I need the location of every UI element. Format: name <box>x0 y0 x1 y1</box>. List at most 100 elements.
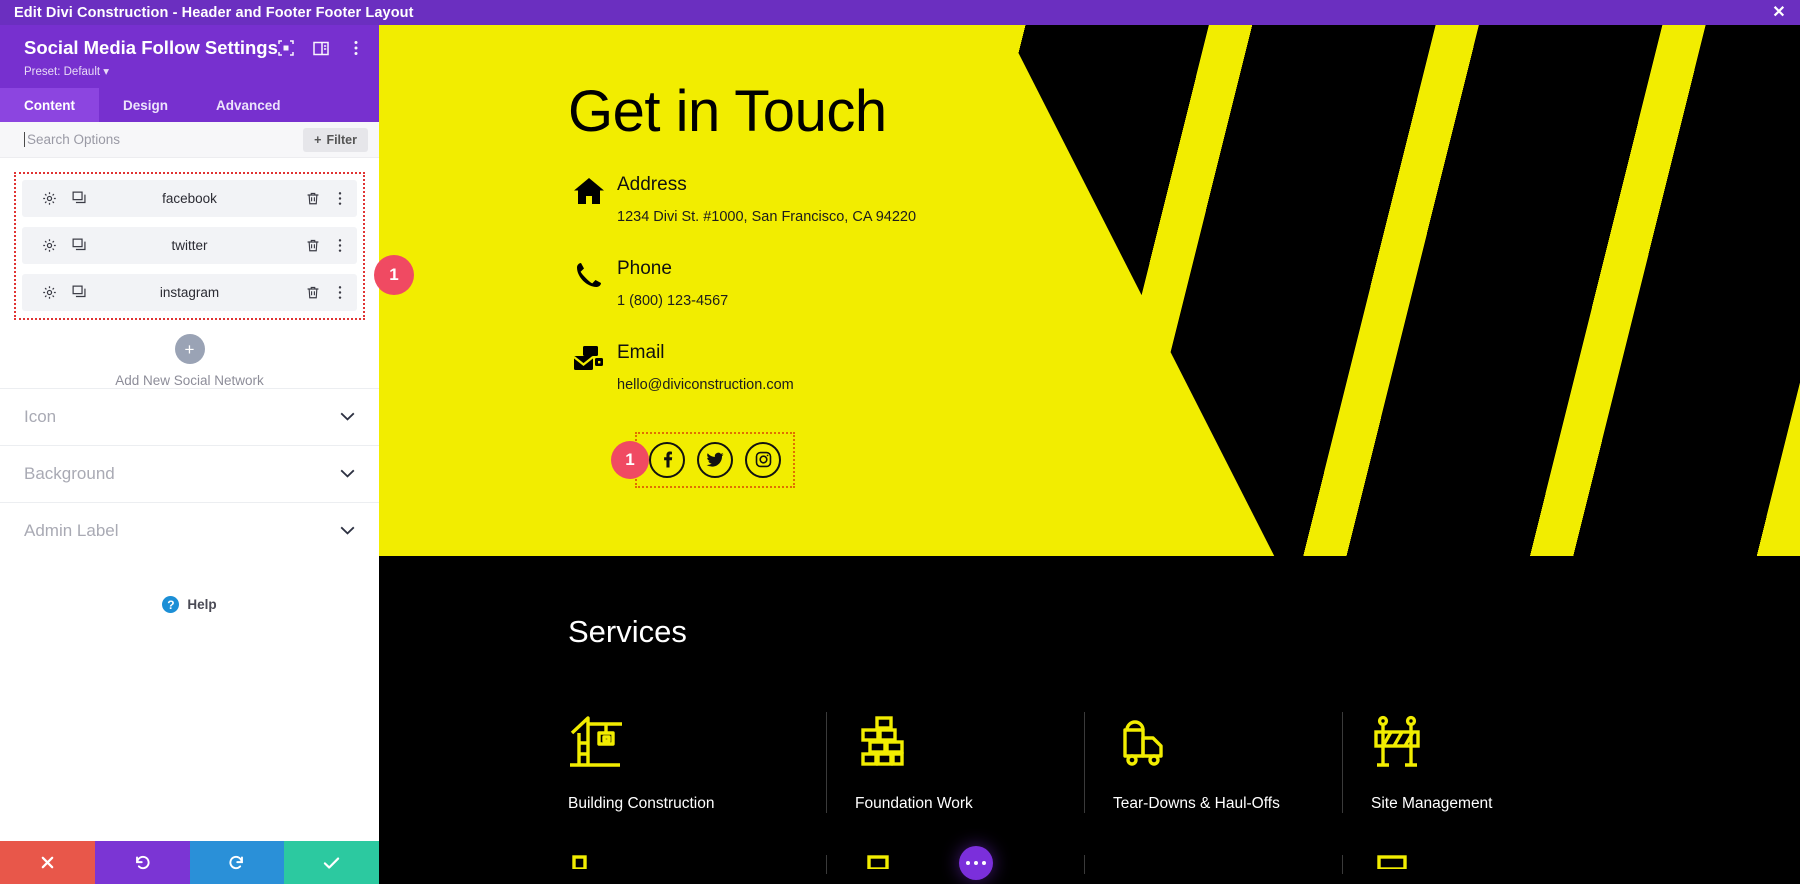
accordion-background[interactable]: Background <box>0 445 379 502</box>
dot <box>973 860 979 866</box>
preset-label: Preset: Default <box>24 66 101 78</box>
tab-advanced[interactable]: Advanced <box>192 88 305 122</box>
crane-icon <box>568 712 804 774</box>
phone-icon <box>568 259 609 299</box>
duplicate-icon[interactable] <box>71 190 88 207</box>
services-section: Services Building Construction Foundatio… <box>379 556 1800 884</box>
panel-layout-icon[interactable] <box>313 40 329 56</box>
window-title: Edit Divi Construction - Header and Foot… <box>14 4 414 21</box>
services-grid-row2 <box>568 855 1800 874</box>
tab-design[interactable]: Design <box>99 88 192 122</box>
list-item[interactable]: instagram <box>22 274 357 311</box>
panel-action-bar <box>0 841 379 884</box>
facebook-icon[interactable] <box>649 441 685 478</box>
chevron-down-icon <box>340 465 355 483</box>
panel-title: Social Media Follow Settings <box>24 37 278 58</box>
close-icon[interactable]: ✕ <box>1768 2 1790 24</box>
service-label: Foundation Work <box>855 795 973 812</box>
cancel-button[interactable] <box>0 841 95 884</box>
instagram-icon[interactable] <box>745 441 781 478</box>
undo-button[interactable] <box>94 841 190 884</box>
section-title: Services <box>568 614 687 649</box>
search-row: Search Options + Filter <box>0 122 379 158</box>
contact-title: Address <box>617 174 687 195</box>
help-button[interactable]: ? Help <box>0 596 379 613</box>
service-item[interactable]: Building Construction <box>568 712 826 813</box>
accordion-label: Admin Label <box>24 521 119 540</box>
service-item[interactable]: Site Management <box>1342 712 1600 813</box>
service-item[interactable] <box>1342 855 1600 874</box>
contact-address: Address 1234 Divi St. #1000, San Francis… <box>568 174 1800 225</box>
service-icon-partial <box>568 855 804 874</box>
service-item[interactable] <box>1084 855 1342 874</box>
duplicate-icon[interactable] <box>71 284 88 301</box>
question-mark-icon: ? <box>162 596 180 613</box>
search-input[interactable]: Search Options <box>27 132 120 147</box>
contact-value: hello@diviconstruction.com <box>617 376 794 393</box>
ellipsis-icon[interactable] <box>959 846 993 880</box>
service-item[interactable]: Tear-Downs & Haul-Offs <box>1084 712 1342 813</box>
gear-icon[interactable] <box>41 237 58 254</box>
hero-content: Get in Touch Address 1234 Divi St. #1000… <box>379 25 1800 488</box>
duplicate-icon[interactable] <box>71 237 88 254</box>
panel-header: Social Media Follow Settings Preset: Def… <box>0 25 379 88</box>
filter-label: Filter <box>326 132 357 147</box>
kebab-menu-icon[interactable] <box>332 191 348 207</box>
hero-section: Get in Touch Address 1234 Divi St. #1000… <box>379 25 1800 556</box>
contact-email: Email hello@diviconstruction.com <box>568 342 1800 393</box>
email-icon <box>568 343 609 383</box>
service-item[interactable]: Foundation Work <box>826 712 1084 813</box>
service-item[interactable] <box>568 855 826 874</box>
barricade-icon <box>1371 712 1578 774</box>
gear-icon[interactable] <box>41 190 58 207</box>
plus-icon: + <box>314 132 322 147</box>
help-label: Help <box>187 597 217 612</box>
accordion-admin-label[interactable]: Admin Label <box>0 502 379 559</box>
list-item[interactable]: facebook <box>22 180 357 217</box>
redo-button[interactable] <box>189 841 285 884</box>
status-badge: 1 <box>374 255 414 295</box>
add-new-label: Add New Social Network <box>115 373 264 388</box>
save-button[interactable] <box>284 841 379 884</box>
settings-panel: Social Media Follow Settings Preset: Def… <box>0 25 379 884</box>
preset-selector[interactable]: Preset: Default ▾ <box>24 64 365 78</box>
chevron-down-icon <box>340 522 355 540</box>
service-label: Site Management <box>1371 795 1493 812</box>
social-icons-selection <box>635 431 795 488</box>
panel-tabs: Content Design Advanced <box>0 88 379 122</box>
dot <box>981 860 987 866</box>
service-icon-partial <box>1371 855 1578 874</box>
service-label: Building Construction <box>568 795 715 812</box>
status-badge: 1 <box>611 440 649 479</box>
chevron-down-icon <box>340 408 355 426</box>
list-item[interactable]: twitter <box>22 227 357 264</box>
focus-target-icon[interactable] <box>278 40 294 56</box>
tab-content[interactable]: Content <box>0 88 99 122</box>
twitter-icon[interactable] <box>697 441 733 478</box>
kebab-menu-icon[interactable] <box>348 40 364 56</box>
dot <box>965 860 971 866</box>
truck-icon <box>1113 712 1320 774</box>
kebab-menu-icon[interactable] <box>332 285 348 301</box>
accordion-label: Background <box>24 464 115 483</box>
page-preview-canvas: Get in Touch Address 1234 Divi St. #1000… <box>379 25 1800 884</box>
gear-icon[interactable] <box>41 284 58 301</box>
accordion-icon[interactable]: Icon <box>0 388 379 445</box>
contact-title: Phone <box>617 257 672 279</box>
trash-icon[interactable] <box>305 191 321 207</box>
trash-icon[interactable] <box>305 285 321 301</box>
trash-icon[interactable] <box>305 238 321 254</box>
add-new-social-network[interactable]: + Add New Social Network <box>0 334 379 388</box>
contact-value: 1234 Divi St. #1000, San Francisco, CA 9… <box>617 208 917 225</box>
home-icon <box>568 175 609 215</box>
service-label: Tear-Downs & Haul-Offs <box>1113 795 1280 812</box>
services-grid: Building Construction Foundation Work Te… <box>568 712 1800 813</box>
service-item[interactable] <box>826 855 1084 874</box>
text-caret <box>24 132 25 147</box>
social-follow-module: 1 <box>611 431 1800 488</box>
plus-icon[interactable]: + <box>174 334 205 364</box>
contact-phone: Phone 1 (800) 123-4567 <box>568 257 1800 309</box>
bricks-icon <box>855 712 1062 774</box>
filter-button[interactable]: + Filter <box>303 127 368 152</box>
kebab-menu-icon[interactable] <box>332 238 348 254</box>
